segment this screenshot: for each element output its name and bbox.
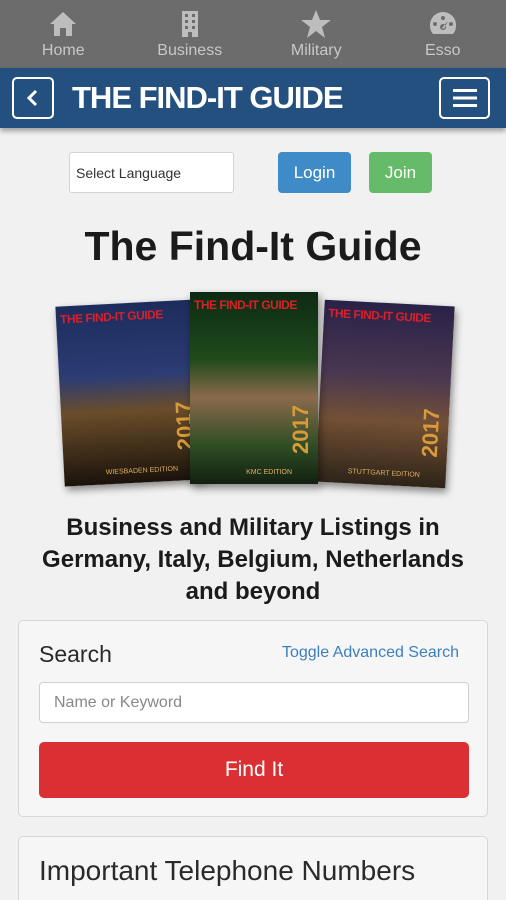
cover-year: 2017	[288, 405, 313, 454]
magazine-covers: THE FIND-IT GUIDE 2017 WIESBADEN EDITION…	[55, 290, 455, 500]
cover-stuttgart[interactable]: THE FIND-IT GUIDE 2017 STUTTGART EDITION	[315, 299, 455, 489]
find-it-guide-logo[interactable]: THE FIND-IT GUIDE	[72, 80, 344, 116]
cover-year: 2017	[416, 407, 445, 459]
join-button[interactable]: Join	[369, 152, 432, 193]
cover-edition: STUTTGART EDITION	[347, 468, 420, 479]
logo-text: THE FIND-IT GUIDE	[72, 80, 344, 115]
cover-wiesbaden[interactable]: THE FIND-IT GUIDE 2017 WIESBADEN EDITION	[55, 299, 205, 487]
chevron-left-icon	[26, 89, 38, 107]
find-it-button[interactable]: Find It	[39, 742, 469, 798]
page-title: The Find-It Guide	[84, 223, 422, 269]
tab-home-label: Home	[41, 42, 85, 59]
tab-business-label: Business	[157, 42, 223, 59]
tab-esso-label: Esso	[424, 42, 461, 59]
menu-button[interactable]	[439, 77, 490, 119]
tab-military[interactable]: Military	[253, 0, 380, 68]
tab-military-label: Military	[290, 42, 342, 59]
home-icon	[50, 12, 77, 36]
important-numbers-card[interactable]: Important Telephone Numbers	[18, 836, 488, 900]
tab-home[interactable]: Home	[0, 0, 127, 68]
cover-title: THE FIND-IT GUIDE	[59, 307, 164, 327]
top-tab-bar: Home Business Military Esso	[0, 0, 506, 68]
toggle-advanced-search-link[interactable]: Toggle Advanced Search	[282, 644, 459, 662]
cover-title: THE FIND-IT GUIDE	[327, 305, 432, 326]
back-button[interactable]	[12, 77, 54, 119]
tagline: Business and Military Listings in German…	[42, 514, 464, 605]
cover-edition: KMC EDITION	[246, 469, 292, 476]
building-icon	[181, 11, 198, 37]
tab-esso[interactable]: Esso	[380, 0, 506, 68]
search-heading: Search	[39, 641, 112, 667]
login-button[interactable]: Login	[278, 152, 351, 193]
tab-business[interactable]: Business	[127, 0, 254, 68]
gauge-icon	[429, 12, 456, 34]
cover-edition: WIESBADEN EDITION	[105, 465, 179, 477]
important-numbers-heading: Important Telephone Numbers	[39, 855, 416, 886]
language-select[interactable]: Select Language	[69, 152, 234, 193]
search-input[interactable]	[39, 682, 469, 723]
hamburger-menu-icon	[452, 89, 477, 107]
search-card: Search Toggle Advanced Search Find It	[18, 620, 488, 817]
app-header: THE FIND-IT GUIDE	[0, 68, 506, 128]
cover-title: THE FIND-IT GUIDE	[194, 298, 297, 312]
cover-kmc[interactable]: THE FIND-IT GUIDE 2017 KMC EDITION	[190, 292, 318, 484]
star-icon	[301, 10, 332, 38]
